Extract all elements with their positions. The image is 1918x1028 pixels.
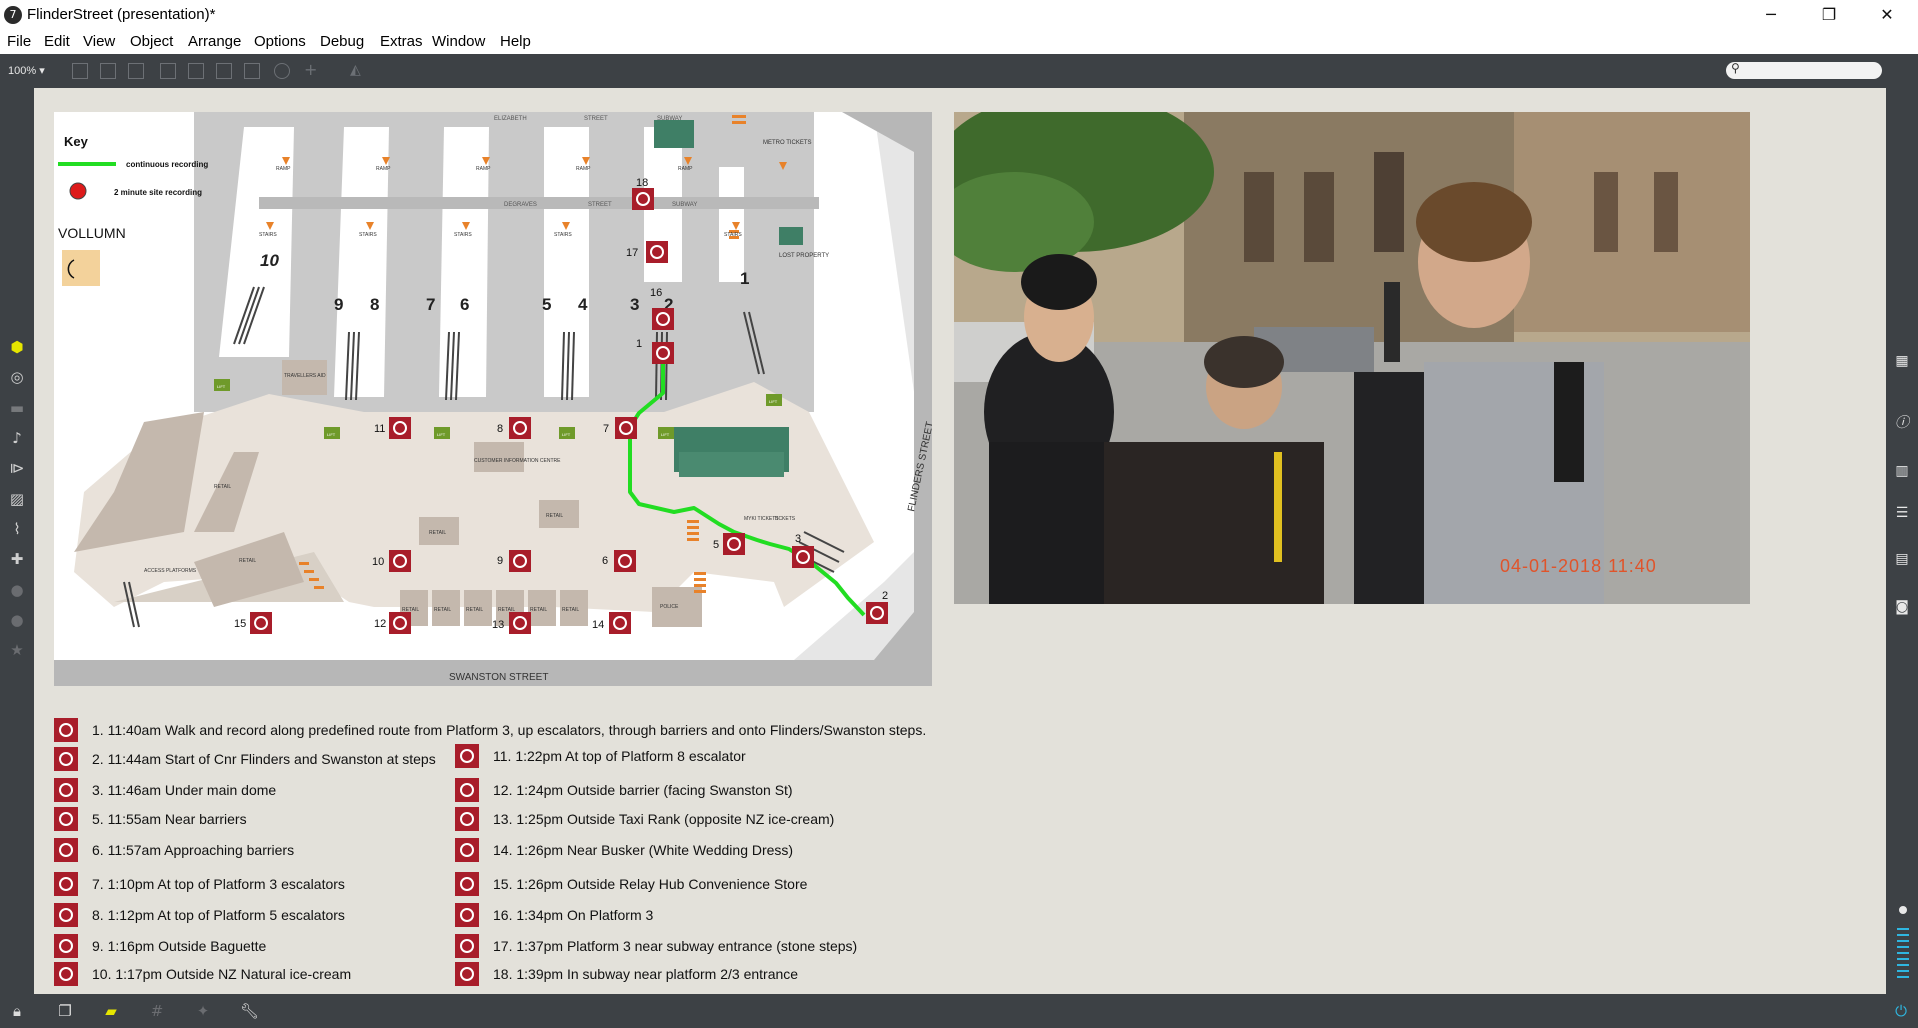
hotspot-tool-icon[interactable]: [274, 63, 290, 79]
title-bar: 7 FlinderStreet (presentation)* ─ ❐ ✕: [0, 0, 1918, 30]
cube-icon[interactable]: ⬢: [8, 338, 26, 356]
menu-extras[interactable]: Extras: [380, 33, 423, 50]
image-icon[interactable]: ▨: [8, 490, 26, 508]
textbox-tool-icon[interactable]: [72, 63, 88, 79]
menu-edit[interactable]: Edit: [44, 33, 70, 50]
record-marker-icon: [54, 903, 78, 927]
target-icon[interactable]: ◎: [8, 368, 26, 386]
search-icon: ⚲: [1731, 61, 1740, 75]
lock-icon[interactable]: 🔒︎: [8, 1002, 26, 1020]
record-marker-icon: [54, 747, 78, 771]
film-strip-icon[interactable]: ▬: [8, 399, 26, 417]
audio-level-meter[interactable]: [1894, 884, 1912, 994]
music-note-icon[interactable]: ♪: [8, 429, 26, 447]
list-icon[interactable]: ☰: [1893, 504, 1911, 522]
popup-tool-icon[interactable]: [216, 63, 232, 79]
presentation-canvas: Key continuous recording 2 minute site r…: [34, 88, 1886, 994]
status-bar: 🔒︎ ❐ ▰ # ✦ 🔧︎ ⏻: [0, 994, 1918, 1028]
record-marker-icon: [455, 903, 479, 927]
grid-toggle-icon[interactable]: #: [148, 1002, 166, 1020]
pages-icon[interactable]: ▥: [1893, 462, 1911, 480]
restore-button[interactable]: ❐: [1800, 0, 1858, 30]
right-toolbar: ▦ ⓘ ▥ ☰ ▤ ◙: [1886, 88, 1918, 994]
app-icon: 7: [4, 6, 22, 24]
paint-bucket-icon[interactable]: ◭: [350, 63, 366, 79]
camera-icon[interactable]: ◙: [1893, 598, 1911, 616]
comment-tool-icon[interactable]: [128, 63, 144, 79]
wrench-icon[interactable]: 🔧︎: [240, 1002, 259, 1020]
menu-options[interactable]: Options: [254, 33, 306, 50]
power-icon[interactable]: ⏻: [1892, 1002, 1910, 1020]
variable-icon[interactable]: ●: [8, 581, 26, 599]
star-icon[interactable]: ★: [8, 641, 26, 659]
record-marker-icon: [54, 962, 78, 986]
close-button[interactable]: ✕: [1858, 0, 1916, 30]
zoom-dropdown[interactable]: 100% ▾: [8, 64, 45, 77]
record-marker-icon: [455, 838, 479, 862]
image-tool-icon[interactable]: [100, 63, 116, 79]
record-marker-icon: [54, 838, 78, 862]
street-photo[interactable]: 04-01-2018 11:40: [954, 112, 1750, 604]
toolbar: 100% ▾ + ◭ ⚲: [0, 54, 1918, 88]
menu-view[interactable]: View: [83, 33, 115, 50]
record-marker-icon: [54, 718, 78, 742]
plugin-icon[interactable]: ✚: [8, 550, 26, 568]
record-marker-icon: [54, 778, 78, 802]
record-marker-icon: [455, 934, 479, 958]
book-icon[interactable]: ▤: [1893, 550, 1911, 568]
info-icon[interactable]: ⓘ: [1893, 414, 1911, 432]
minimize-button[interactable]: ─: [1742, 0, 1800, 30]
grid-icon[interactable]: ▦: [1893, 352, 1911, 370]
button-tool-icon[interactable]: [188, 63, 204, 79]
menu-debug[interactable]: Debug: [320, 33, 364, 50]
pointer-icon[interactable]: ✦: [194, 1002, 212, 1020]
menu-window[interactable]: Window: [432, 33, 485, 50]
record-marker-icon: [455, 962, 479, 986]
attachment-icon[interactable]: ⌇: [8, 520, 26, 538]
record-marker-icon: [54, 934, 78, 958]
menu-object[interactable]: Object: [130, 33, 173, 50]
menu-bar: File Edit View Object Arrange Options De…: [0, 30, 1918, 54]
record-marker-icon: [455, 807, 479, 831]
shape-tool-icon[interactable]: [160, 63, 176, 79]
left-toolbar: ⬢ ◎ ▬ ♪ ⧐ ▨ ⌇ ✚ ● ● ★: [0, 88, 34, 994]
add-tool-icon[interactable]: +: [304, 62, 320, 79]
table-tool-icon[interactable]: [244, 63, 260, 79]
record-marker-icon: [54, 872, 78, 896]
play-list-icon[interactable]: ⧐: [8, 459, 26, 477]
record-marker-icon: [54, 807, 78, 831]
layers-icon[interactable]: ❐: [56, 1002, 74, 1020]
menu-help[interactable]: Help: [500, 33, 531, 50]
menu-arrange[interactable]: Arrange: [188, 33, 241, 50]
recording-legend: 1. 11:40am Walk and record along predefi…: [54, 88, 1054, 994]
menu-file[interactable]: File: [7, 33, 31, 50]
presentation-icon[interactable]: ▰: [102, 1002, 120, 1020]
behavior-icon[interactable]: ●: [8, 611, 26, 629]
photo-timestamp: 04-01-2018 11:40: [1500, 556, 1657, 576]
record-marker-icon: [455, 778, 479, 802]
search-input[interactable]: ⚲: [1726, 61, 1882, 79]
record-marker-icon: [455, 872, 479, 896]
window-title: FlinderStreet (presentation)*: [27, 6, 216, 23]
record-marker-icon: [455, 744, 479, 768]
